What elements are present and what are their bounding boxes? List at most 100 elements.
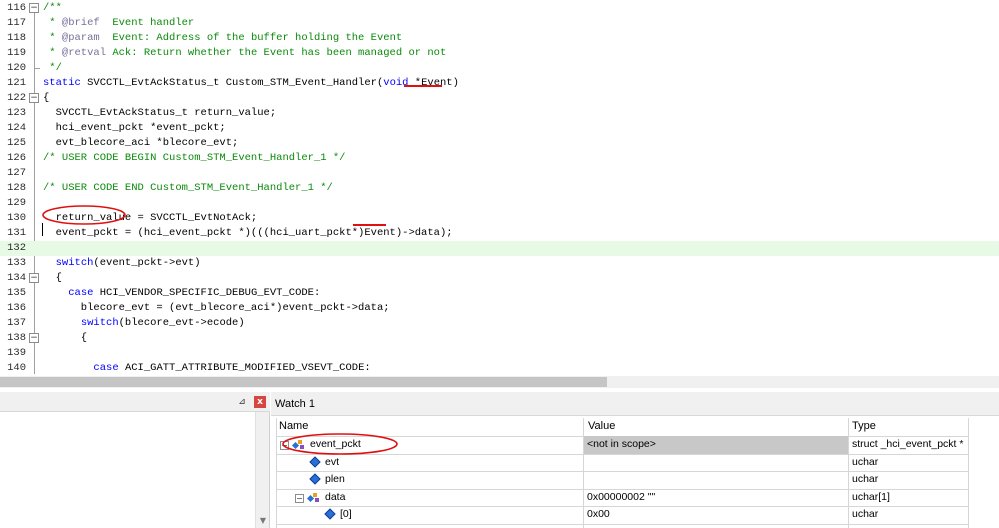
code-line[interactable]: 136 blecore_evt = (evt_blecore_aci*)even… [0,301,999,316]
code-text: switch(event_pckt->evt) [43,256,201,271]
scroll-down-arrow-icon[interactable]: ▼ [257,516,269,526]
watch-name-cell[interactable]: evt [325,454,576,472]
code-token: { [43,92,50,104]
close-panel-icon[interactable]: x [254,396,266,408]
watch-name-cell[interactable]: [0] [340,506,576,524]
watch-row[interactable]: plen uchar [276,471,969,489]
code-line[interactable]: 118 * @param Event: Address of the buffe… [0,31,999,46]
horizontal-scrollbar[interactable] [0,376,999,388]
watch-row[interactable]: evt uchar [276,454,969,472]
code-token: HCI_VENDOR_SPECIFIC_DEBUG_EVT_CODE: [93,287,321,299]
code-line[interactable]: 137 switch(blecore_evt->ecode) [0,316,999,331]
code-text: switch(blecore_evt->ecode) [43,316,245,331]
code-token: void [383,77,409,89]
column-header-value[interactable]: Value [588,418,848,436]
field-variable-icon [309,473,321,485]
watch-tab[interactable]: Watch 1 [271,392,999,416]
fold-collapse-icon[interactable]: − [29,273,39,283]
line-number: 127 [7,167,26,179]
code-token: SVCCTL_EvtAckStatus_t Custom_STM_Event_H… [80,77,384,89]
code-text: /* USER CODE BEGIN Custom_STM_Event_Hand… [43,151,345,166]
code-line[interactable]: 129 [0,196,999,211]
code-line[interactable]: 126 /* USER CODE BEGIN Custom_STM_Event_H… [0,151,999,166]
line-number: 124 [7,122,26,134]
watch-value-cell[interactable]: 0x00000002 "" [584,489,848,507]
code-token: @retval [61,47,107,59]
left-panel-scrollbar[interactable]: ▼ [255,412,269,528]
left-panel: ⊿ x ▼ [0,392,270,528]
code-text: { [43,91,49,106]
watch-window: Watch 1 Name Value Type − event_pckt <not … [271,392,999,528]
watch-row[interactable]: − data 0x00000002 "" uchar[1] [276,489,969,507]
code-token: (blecore_evt->ecode) [118,317,245,329]
watch-row[interactable]: [0] 0x00 uchar [276,506,969,524]
code-line[interactable]: 131 event_pckt = (hci_event_pckt *)(((hc… [0,226,999,241]
code-line[interactable]: 134− { [0,271,999,286]
pin-icon[interactable]: ⊿ [236,396,248,408]
collapse-node-icon[interactable]: − [295,493,304,503]
code-text: blecore_evt = (evt_blecore_aci*)event_pc… [43,301,390,316]
line-number: 139 [7,347,26,359]
code-line[interactable]: 130 return_value = SVCCTL_EvtNotAck; [0,211,999,226]
code-line[interactable]: 125 evt_blecore_aci *blecore_evt; [0,136,999,151]
watch-type-cell: uchar [852,508,879,520]
fold-collapse-icon[interactable]: − [29,3,39,13]
fold-collapse-icon[interactable]: − [29,93,39,103]
code-line[interactable]: 119 * @retval Ack: Return whether the Ev… [0,46,999,61]
code-token: * [43,47,62,59]
code-line[interactable]: 140 case ACI_GATT_ATTRIBUTE_MODIFIED_VSE… [0,361,999,376]
watch-type-cell: struct _hci_event_pckt * [852,438,964,450]
fold-collapse-icon[interactable]: − [29,333,39,343]
code-line[interactable]: 132 [0,241,999,256]
code-text: event_pckt = (hci_event_pckt *)(((hci_ua… [43,226,453,241]
watch-row[interactable]: − event_pckt <not in scope> struct _hci_eve… [276,436,969,454]
code-line[interactable]: 123 SVCCTL_EvtAckStatus_t return_value; [0,106,999,121]
code-line[interactable]: 124 hci_event_pckt *event_pckt; [0,121,999,136]
watch-value-cell[interactable]: <not in scope> [584,436,848,454]
code-line[interactable]: 133 switch(event_pckt->evt) [0,256,999,271]
code-line[interactable]: 120 */ [0,61,999,76]
watch-name-cell[interactable]: plen [325,471,576,489]
code-text: /** [43,1,62,16]
code-token: @param [61,32,100,44]
watch-value-cell[interactable] [584,471,848,489]
column-header-type[interactable]: Type [852,418,967,436]
row-divider [276,523,969,525]
text-caret [42,223,43,236]
code-text: case ACI_GATT_ATTRIBUTE_MODIFIED_VSEVT_C… [43,361,370,376]
code-line[interactable]: 117 * @brief Event handler [0,16,999,31]
code-editor[interactable]: 116−/** 117 * @brief Event handler 118 * @… [0,0,999,376]
line-number: 135 [7,287,26,299]
code-line[interactable]: 139 [0,346,999,361]
horizontal-scrollbar-thumb[interactable] [0,377,607,387]
code-token: */ [43,62,62,74]
field-variable-icon [324,508,336,520]
struct-variable-icon [292,440,304,450]
code-token: blecore_evt = (evt_blecore_aci*)event_pc… [43,302,390,314]
line-number: 125 [7,137,26,149]
watch-name-cell[interactable]: data [325,489,576,507]
line-number: 129 [7,197,26,209]
watch-type-cell: uchar [852,473,879,485]
code-text: * @param Event: Address of the buffer ho… [43,31,402,46]
code-line[interactable]: 121 static SVCCTL_EvtAckStatus_t Custom_S… [0,76,999,91]
code-line[interactable]: 122−{ [0,91,999,106]
struct-variable-icon [307,492,319,502]
code-line[interactable]: 138− { [0,331,999,346]
field-variable-icon [309,455,321,468]
code-token: *Event) [408,77,459,89]
code-text: SVCCTL_EvtAckStatus_t return_value; [43,106,277,121]
collapse-node-icon[interactable]: − [280,441,289,450]
line-number: 117 [7,17,26,29]
left-panel-toolbar: ⊿ x [0,392,270,412]
code-line[interactable]: 128 /* USER CODE END Custom_STM_Event_Han… [0,181,999,196]
code-line[interactable]: 116−/** [0,1,999,16]
code-line[interactable]: 127 [0,166,999,181]
watch-name-cell[interactable]: event_pckt [310,436,576,454]
watch-value-cell[interactable]: 0x00 [584,506,848,524]
code-token: static [43,77,81,89]
code-line[interactable]: 135 case HCI_VENDOR_SPECIFIC_DEBUG_EVT_C… [0,286,999,301]
fold-end-marker [34,68,40,69]
watch-value-cell[interactable] [584,454,848,472]
column-header-name[interactable]: Name [279,418,579,436]
